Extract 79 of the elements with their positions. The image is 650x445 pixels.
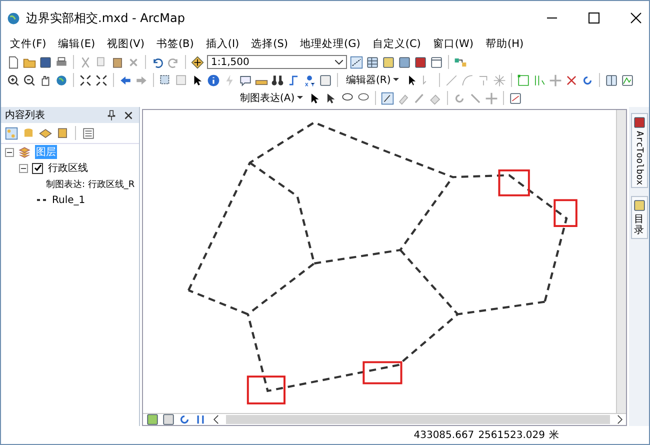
globe-icon xyxy=(7,12,20,24)
selection-list-icon[interactable] xyxy=(56,126,69,140)
representation-label: 制图表达: 行政区线_R xyxy=(45,178,136,190)
refresh-icon[interactable] xyxy=(178,413,191,426)
x-coordinate: 433085.667 xyxy=(414,430,474,440)
new-file-icon[interactable] xyxy=(7,56,20,68)
representation-properties-icon[interactable] xyxy=(508,92,522,104)
time-slider-icon[interactable] xyxy=(319,74,332,86)
caret-icon xyxy=(392,78,399,82)
route-icon[interactable] xyxy=(287,74,300,86)
reshape-icon[interactable] xyxy=(532,74,546,86)
caret-icon xyxy=(335,60,343,64)
rotate-icon[interactable] xyxy=(580,74,594,86)
free-representation-icon[interactable] xyxy=(380,92,394,104)
zoom-in-icon[interactable] xyxy=(7,74,20,86)
tree-item[interactable]: 行政区线 xyxy=(47,161,89,175)
catalog-icon xyxy=(632,199,646,212)
menu-item[interactable]: 帮助(H) xyxy=(480,37,529,51)
layers-icon[interactable] xyxy=(18,146,31,158)
maximize-icon[interactable] xyxy=(587,11,601,25)
caret-icon xyxy=(296,96,303,100)
panel-title: 内容列表 xyxy=(5,108,46,122)
side-tab[interactable]: 目录 xyxy=(630,196,648,240)
search-window-icon[interactable] xyxy=(398,56,411,68)
tree-item[interactable]: Rule_1 xyxy=(51,194,86,206)
data-view-icon[interactable] xyxy=(146,413,159,426)
table-icon[interactable] xyxy=(366,56,379,68)
y-coordinate: 2561523.029 xyxy=(478,430,545,440)
binoculars-icon[interactable] xyxy=(271,74,284,86)
pan-hand-icon[interactable] xyxy=(39,74,52,86)
menu-item[interactable]: 文件(F) xyxy=(5,37,52,51)
menu-item[interactable]: 自定义(C) xyxy=(367,37,426,51)
menu-item[interactable]: 窗口(W) xyxy=(428,37,478,51)
layer-checkbox[interactable] xyxy=(32,162,43,174)
close-icon[interactable] xyxy=(629,11,643,25)
menu-item[interactable]: 视图(V) xyxy=(102,37,150,51)
window-icon[interactable] xyxy=(430,56,443,68)
scale-dropdown[interactable]: 1:1,500 xyxy=(207,55,347,69)
back-arrow-icon[interactable] xyxy=(119,74,132,86)
xy-icon[interactable] xyxy=(303,74,316,86)
pin-icon[interactable] xyxy=(105,108,118,122)
unit-label: 米 xyxy=(549,428,559,442)
expand-toggle-icon[interactable] xyxy=(5,148,14,156)
representation-menu-button[interactable]: 制图表达(A) xyxy=(237,91,306,105)
select-features-icon[interactable] xyxy=(159,74,172,86)
menu-item[interactable]: 地理处理(G) xyxy=(295,37,366,51)
zoom-out-icon[interactable] xyxy=(23,74,36,86)
menu-item[interactable]: 选择(S) xyxy=(246,37,294,51)
layout-view-icon[interactable] xyxy=(162,413,175,426)
split-icon[interactable] xyxy=(564,74,578,86)
editor-toolbar-icon[interactable] xyxy=(350,56,363,68)
options-icon[interactable] xyxy=(82,126,95,140)
html-popup-icon[interactable] xyxy=(239,74,252,86)
menu-item[interactable]: 书签(B) xyxy=(151,37,199,51)
toolbox-icon[interactable] xyxy=(414,56,427,68)
list-by-drawing-order-icon[interactable] xyxy=(5,126,18,140)
save-icon[interactable] xyxy=(39,56,52,68)
edit-vertices-icon[interactable] xyxy=(516,74,530,86)
catalog-icon[interactable] xyxy=(382,56,395,68)
globe-icon[interactable] xyxy=(55,74,68,86)
expand-toggle-icon[interactable] xyxy=(19,164,28,172)
dashed-line-icon xyxy=(37,198,47,202)
undo-icon[interactable] xyxy=(151,56,164,68)
print-icon[interactable] xyxy=(55,56,68,68)
info-icon[interactable] xyxy=(207,74,220,86)
paste-icon[interactable] xyxy=(111,56,124,68)
sketch-properties-icon[interactable] xyxy=(620,74,634,86)
layers-icon[interactable] xyxy=(39,126,52,140)
model-builder-icon[interactable] xyxy=(454,56,467,68)
zoom-in-fixed-icon[interactable] xyxy=(79,74,92,86)
add-data-icon[interactable] xyxy=(191,56,204,68)
window-title: 边界实部相交.mxd - ArcMap xyxy=(26,10,186,26)
side-tab[interactable]: ArcToolbox xyxy=(630,113,648,188)
editor-menu-button[interactable]: 编辑器(R) xyxy=(343,73,402,87)
attributes-icon[interactable] xyxy=(604,74,618,86)
zoom-out-fixed-icon[interactable] xyxy=(95,74,108,86)
toolbox-icon xyxy=(632,116,646,129)
menu-item[interactable]: 编辑(E) xyxy=(53,37,100,51)
menu-item[interactable]: 插入(I) xyxy=(200,37,244,51)
